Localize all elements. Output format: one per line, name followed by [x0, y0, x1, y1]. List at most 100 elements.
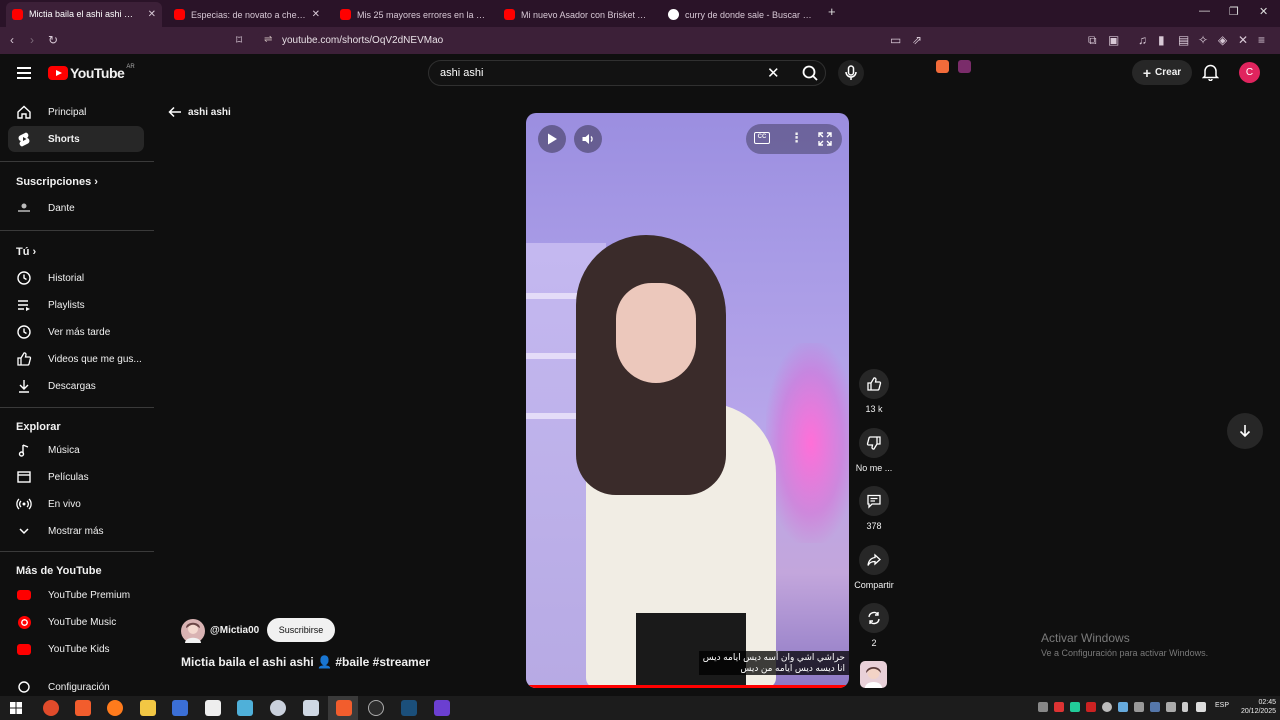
volume-tray-icon[interactable]: [1196, 702, 1206, 712]
language-indicator[interactable]: ESP: [1215, 702, 1229, 709]
tray-icon[interactable]: [1134, 702, 1144, 712]
steam-app-icon[interactable]: [401, 700, 417, 716]
tools-icon[interactable]: ✕: [1238, 33, 1248, 47]
media-icon[interactable]: ♫: [1138, 33, 1147, 47]
minimize-icon[interactable]: —: [1199, 5, 1210, 17]
account-avatar[interactable]: C: [1239, 62, 1260, 83]
browser-tab-3[interactable]: Mis 25 mayores errores en la cocina: [334, 2, 492, 27]
file-explorer-icon[interactable]: [140, 700, 156, 716]
like-button[interactable]: [859, 369, 889, 399]
leo-ai-icon[interactable]: ✧: [1198, 33, 1208, 47]
search-input[interactable]: ashi ashi: [440, 67, 483, 79]
tray-icon[interactable]: [1150, 702, 1160, 712]
sidebar-item-ver-mas-tarde[interactable]: Ver más tarde: [8, 319, 144, 345]
tray-icon[interactable]: [1118, 702, 1128, 712]
forward-icon[interactable]: ›: [30, 33, 34, 47]
volume-button[interactable]: [574, 125, 602, 153]
app-icon[interactable]: [434, 700, 450, 716]
sidebar-item-peliculas[interactable]: Películas: [8, 464, 144, 490]
notion-app-icon[interactable]: [205, 700, 221, 716]
sidebar-item-historial[interactable]: Historial: [8, 265, 144, 291]
sound-avatar[interactable]: [860, 661, 887, 688]
clear-search-icon[interactable]: ✕: [767, 64, 780, 82]
close-tab-icon[interactable]: ✕: [312, 9, 320, 20]
tray-icon[interactable]: [1102, 702, 1112, 712]
video-progress-track[interactable]: [526, 685, 849, 688]
sidebar-item-playlists[interactable]: Playlists: [8, 292, 144, 318]
new-tab-button[interactable]: +: [828, 4, 836, 19]
windows-start-icon[interactable]: [10, 702, 22, 714]
share-page-icon[interactable]: ⇗: [912, 33, 922, 47]
sidebar-item-youtube-premium[interactable]: YouTube Premium: [8, 582, 144, 608]
obs-app-icon[interactable]: [368, 700, 384, 716]
calculator-app-icon[interactable]: [172, 700, 188, 716]
sidebar-item-configuracion[interactable]: Configuración: [8, 678, 144, 696]
sidebar-item-musica[interactable]: Música: [8, 437, 144, 463]
hamburger-menu-icon[interactable]: [17, 67, 31, 79]
youtube-logo[interactable]: YouTube AR: [48, 64, 135, 81]
comments-button[interactable]: [859, 486, 889, 516]
closed-captions-icon[interactable]: CC: [754, 132, 770, 144]
install-app-icon[interactable]: ▭: [890, 33, 901, 47]
you-heading[interactable]: Tú ›: [16, 246, 36, 258]
create-button[interactable]: + Crear: [1132, 60, 1192, 85]
tray-icon[interactable]: [1054, 702, 1064, 712]
tray-icon[interactable]: [1166, 702, 1176, 712]
vpn-icon[interactable]: ◈: [1218, 33, 1227, 47]
browser-tab-1[interactable]: Mictia baila el ashi ashi 👤 #baile ✕: [6, 2, 162, 27]
site-info-icon[interactable]: ⇌: [264, 34, 272, 45]
channel-avatar[interactable]: [181, 619, 205, 643]
search-button[interactable]: [795, 61, 827, 85]
tray-icon[interactable]: [1038, 702, 1048, 712]
sidebar-item-mostrar-mas[interactable]: Mostrar más: [8, 518, 144, 544]
wallet-icon[interactable]: ▤: [1178, 33, 1189, 47]
close-tab-icon[interactable]: ✕: [148, 9, 156, 20]
sidebar-item-dante[interactable]: Dante: [8, 195, 144, 221]
sidebar-item-shorts[interactable]: Shorts: [8, 126, 144, 152]
play-button[interactable]: [538, 125, 566, 153]
firefox-app-icon[interactable]: [107, 700, 123, 716]
channel-handle[interactable]: @Mictia00: [210, 625, 259, 636]
search-box[interactable]: ashi ashi ✕: [428, 60, 826, 86]
chrome-app-icon[interactable]: [43, 700, 59, 716]
menu-icon[interactable]: ≡: [1258, 33, 1265, 47]
dislike-button[interactable]: [859, 428, 889, 458]
app-icon[interactable]: [237, 700, 253, 716]
remix-button[interactable]: [859, 603, 889, 633]
tab-search-icon[interactable]: ▣: [1108, 33, 1119, 47]
more-options-icon[interactable]: ⋮: [790, 130, 803, 146]
shield-app-icon[interactable]: [270, 700, 286, 716]
sidebar-item-descargas[interactable]: Descargas: [8, 373, 144, 399]
fullscreen-icon[interactable]: [818, 132, 832, 146]
bookmark-icon[interactable]: ⌑: [236, 33, 242, 47]
tray-icon[interactable]: [1086, 702, 1096, 712]
back-icon[interactable]: ‹: [10, 33, 14, 47]
sidebar-item-liked-videos[interactable]: Videos que me gus...: [8, 346, 144, 372]
extensions-icon[interactable]: ⧉: [1088, 33, 1097, 48]
address-bar[interactable]: ⇌ youtube.com/shorts/OqV2dNEVMao: [256, 30, 978, 51]
voice-search-button[interactable]: [838, 60, 864, 86]
tray-icon[interactable]: [1070, 702, 1080, 712]
sidebar-item-youtube-music[interactable]: YouTube Music: [8, 609, 144, 635]
restore-icon[interactable]: ❐: [1229, 5, 1239, 18]
close-window-icon[interactable]: ✕: [1259, 5, 1268, 18]
sidebar-item-principal[interactable]: Principal: [8, 99, 144, 125]
taskbar-clock[interactable]: 02:45 20/12/2025: [1238, 698, 1276, 716]
reload-icon[interactable]: ↻: [48, 33, 58, 47]
next-short-button[interactable]: [1227, 413, 1263, 449]
video-title[interactable]: Mictia baila el ashi ashi 👤 #baile #stre…: [181, 655, 430, 669]
brave-app-icon[interactable]: [75, 700, 91, 716]
brave-active-app-icon[interactable]: [336, 700, 352, 716]
shorts-back-row[interactable]: ashi ashi: [168, 106, 231, 118]
sidebar-toggle-icon[interactable]: ▮: [1158, 33, 1165, 47]
shorts-video-player[interactable]: CC ⋮ حراشي اشي وان أسه ديس ايامه ديس انا…: [526, 113, 849, 688]
subscriptions-heading[interactable]: Suscripciones ›: [16, 176, 98, 188]
subscribe-button[interactable]: Suscribirse: [267, 618, 335, 642]
notifications-button[interactable]: [1201, 63, 1220, 86]
sidebar-item-en-vivo[interactable]: En vivo: [8, 491, 144, 517]
app-icon[interactable]: [303, 700, 319, 716]
browser-tab-2[interactable]: Especias: de novato a chef - You ✕: [168, 2, 326, 27]
sidebar-item-youtube-kids[interactable]: YouTube Kids: [8, 636, 144, 662]
share-button[interactable]: [859, 545, 889, 575]
browser-tab-4[interactable]: Mi nuevo Asador con Brisket Ahuma: [498, 2, 656, 27]
